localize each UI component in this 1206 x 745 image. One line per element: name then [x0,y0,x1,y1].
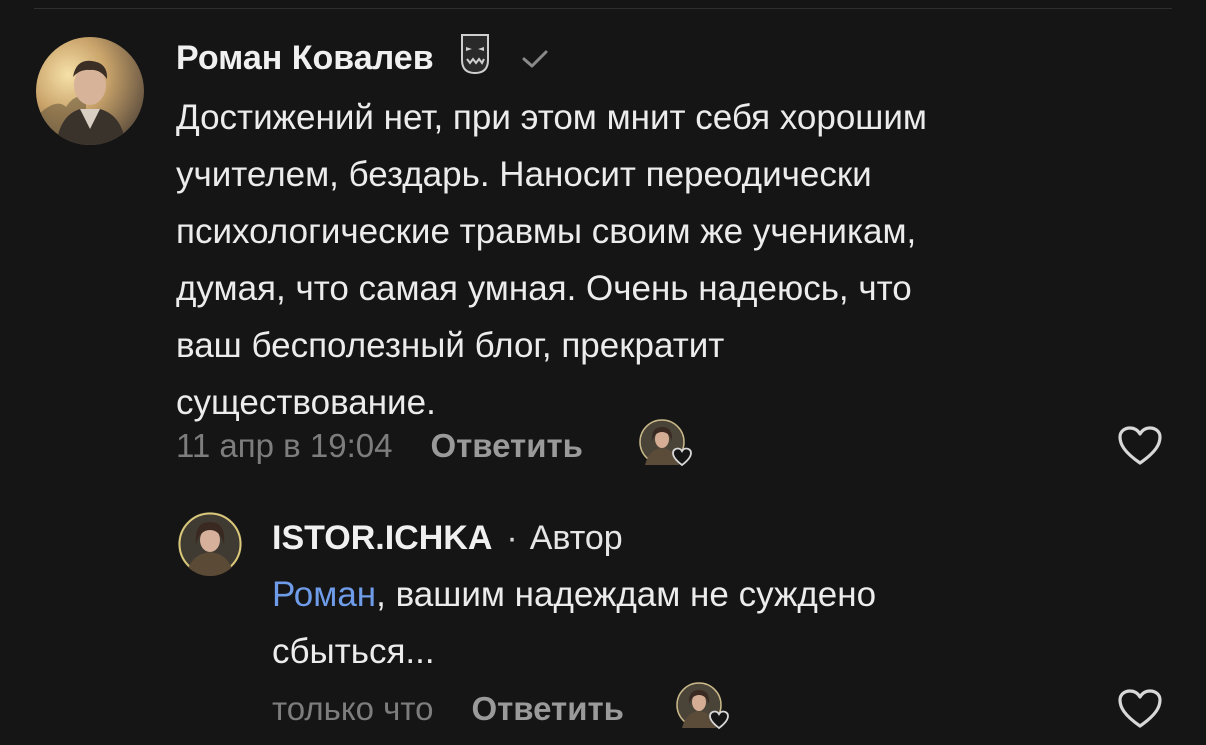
liker-avatar[interactable] [676,682,729,736]
reply-time: только что [272,690,434,727]
reply-text: Роман, вашим надеждам не суждено сбыться… [272,566,876,680]
like-button[interactable] [1116,425,1164,472]
liker-avatar[interactable] [639,419,692,473]
reply-meta-row: только что Ответить [272,682,729,736]
comment-text-line: Достижений нет, при этом мнит себя хорош… [176,98,927,137]
mention-link[interactable]: Роман [272,575,376,614]
role-separator: · [506,518,518,557]
comment-text-line: ваш бесполезный блог, прекратит [176,326,725,365]
reply-text-line: сбыться... [272,632,435,671]
reply-author-row: ISTOR.ICHKA · Автор [272,516,623,560]
comment-text-line: думая, что самая умная. Очень надеюсь, ч… [176,269,912,308]
reply-text-rest: , вашим надеждам не суждено [376,575,877,614]
heart-icon [1116,426,1164,471]
comment-text-line: учителем, бездарь. Наносит переодически [176,155,872,194]
comment-text: Достижений нет, при этом мнит себя хорош… [176,89,927,431]
reply-button[interactable]: Ответить [471,690,624,728]
author-name[interactable]: ISTOR.ICHKA [272,519,492,558]
heart-icon [708,700,730,738]
author-role: Автор [529,518,623,557]
heart-icon [1116,689,1164,734]
reply-text-line: Роман, вашим надеждам не суждено [272,566,876,623]
comment-meta-row: 11 апр в 19:04 Ответить [176,419,692,473]
reply-button[interactable]: Ответить [430,427,583,465]
avatar[interactable] [36,37,144,145]
author-name[interactable]: Роман Ковалев [176,39,434,78]
comment-author-row: Роман Ковалев [176,33,548,80]
avatar[interactable] [178,512,242,576]
like-button[interactable] [1116,688,1164,735]
comment: Роман Ковалев Достижений нет, при этом м… [0,0,1206,490]
check-icon [522,39,548,78]
comment-time: 11 апр в 19:04 [176,427,393,464]
mask-icon [458,32,492,85]
comment-text-line: психологические травмы своим же ученикам… [176,212,917,251]
heart-icon [671,437,693,475]
reply-comment: ISTOR.ICHKA · Автор Роман, вашим надежда… [0,490,1206,745]
